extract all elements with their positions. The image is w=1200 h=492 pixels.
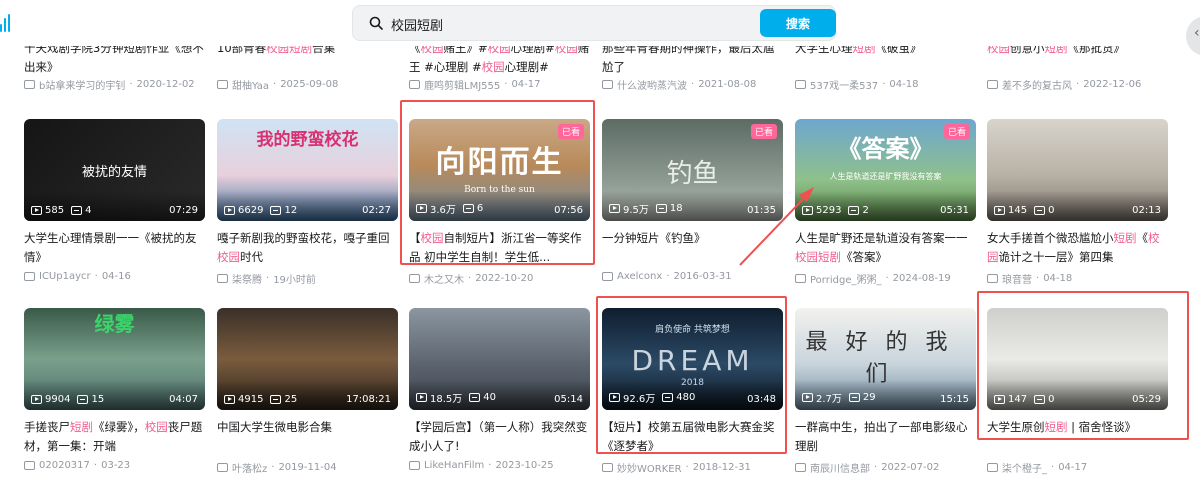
search-input[interactable] xyxy=(391,13,751,35)
search-button[interactable]: 搜索 xyxy=(760,9,836,37)
search-icon xyxy=(369,16,383,30)
search-box[interactable]: 搜索 xyxy=(352,5,836,41)
bilibili-logo-icon[interactable] xyxy=(0,14,12,32)
top-bar: 搜索 ‹ xyxy=(0,0,1200,56)
chevron-left-icon: ‹ xyxy=(1194,25,1200,41)
annotation-arrow xyxy=(739,187,814,266)
